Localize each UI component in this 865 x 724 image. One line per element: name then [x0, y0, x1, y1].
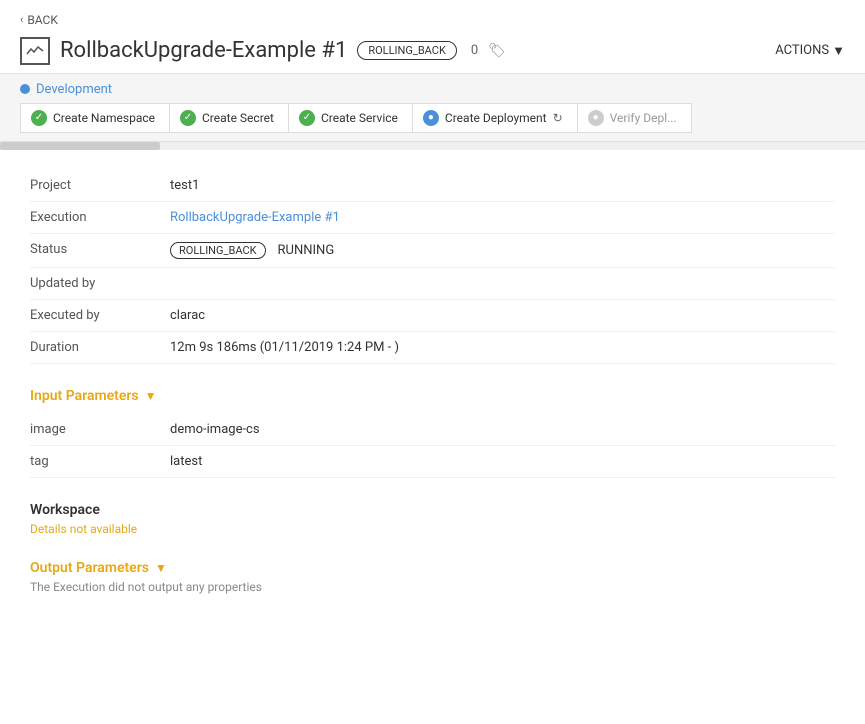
scrollbar-thumb [0, 142, 160, 150]
duration-value: 12m 9s 186ms (01/11/2019 1:24 PM - ) [170, 340, 399, 355]
title-row: RollbackUpgrade-Example #1 ROLLING_BACK … [20, 37, 845, 65]
workspace-title: Workspace [30, 502, 835, 518]
step-success-icon: ✓ [299, 110, 315, 126]
execution-row: Execution RollbackUpgrade-Example #1 [30, 202, 835, 234]
output-params-description: The Execution did not output any propert… [30, 580, 835, 594]
param-image-value: demo-image-cs [170, 422, 260, 437]
step-active-icon: ● [423, 110, 439, 126]
back-button[interactable]: ‹ BACK [20, 13, 58, 27]
input-params-table: image demo-image-cs tag latest [30, 414, 835, 478]
step-create-secret[interactable]: ✓ Create Secret [169, 103, 288, 133]
project-row: Project test1 [30, 170, 835, 202]
status-badge: ROLLING_BACK [357, 41, 457, 60]
back-chevron-icon: ‹ [20, 13, 23, 26]
input-params-label: Input Parameters [30, 388, 139, 404]
execution-icon [20, 37, 50, 65]
pipeline-steps: ✓ Create Namespace ✓ Create Secret ✓ Cre… [20, 103, 845, 133]
back-label: BACK [27, 13, 58, 27]
workspace-description: Details not available [30, 522, 835, 536]
workspace-section: Workspace Details not available [30, 502, 835, 536]
execution-value[interactable]: RollbackUpgrade-Example #1 [170, 210, 340, 225]
executed-by-label: Executed by [30, 308, 170, 323]
step-label: Verify Depl... [610, 111, 677, 125]
execution-label: Execution [30, 210, 170, 225]
actions-chevron-icon: ▼ [832, 43, 845, 59]
project-label: Project [30, 178, 170, 193]
param-tag-label: tag [30, 454, 170, 469]
input-params-title[interactable]: Input Parameters ▼ [30, 388, 835, 404]
status-row: Status ROLLING_BACK RUNNING [30, 234, 835, 268]
step-create-deployment[interactable]: ● Create Deployment ↻ [412, 103, 577, 133]
executed-by-row: Executed by clarac [30, 300, 835, 332]
duration-row: Duration 12m 9s 186ms (01/11/2019 1:24 P… [30, 332, 835, 364]
output-params-chevron-icon: ▼ [155, 561, 167, 575]
step-verify-deployment[interactable]: ● Verify Depl... [577, 103, 692, 133]
refresh-icon: ↻ [553, 111, 563, 125]
running-status: RUNNING [278, 243, 335, 258]
status-label: Status [30, 242, 170, 257]
header: ‹ BACK RollbackUpgrade-Example #1 ROLLIN… [0, 0, 865, 74]
step-success-icon: ✓ [180, 110, 196, 126]
project-value: test1 [170, 178, 199, 193]
env-dot-icon [20, 84, 30, 94]
horizontal-scrollbar[interactable] [0, 142, 865, 150]
badge-count: 0 [471, 43, 478, 58]
param-image-row: image demo-image-cs [30, 414, 835, 446]
param-image-label: image [30, 422, 170, 437]
updated-by-label: Updated by [30, 276, 170, 291]
step-create-service[interactable]: ✓ Create Service [288, 103, 412, 133]
step-pending-icon: ● [588, 110, 604, 126]
pipeline-bar: Development ✓ Create Namespace ✓ Create … [0, 74, 865, 142]
main-content: Project test1 Execution RollbackUpgrade-… [0, 150, 865, 638]
step-create-namespace[interactable]: ✓ Create Namespace [20, 103, 169, 133]
details-table: Project test1 Execution RollbackUpgrade-… [30, 170, 835, 364]
input-params-section: Input Parameters ▼ image demo-image-cs t… [30, 388, 835, 478]
actions-button[interactable]: ACTIONS ▼ [775, 43, 845, 59]
environment-label: Development [20, 82, 845, 97]
output-params-label: Output Parameters [30, 560, 149, 576]
param-tag-value: latest [170, 454, 202, 469]
input-params-chevron-icon: ▼ [145, 389, 157, 403]
tag-icon: 🏷 [488, 43, 506, 59]
status-inline-badge: ROLLING_BACK [170, 242, 266, 259]
actions-label: ACTIONS [775, 43, 829, 58]
step-label: Create Service [321, 111, 398, 125]
step-label: Create Namespace [53, 111, 155, 125]
duration-label: Duration [30, 340, 170, 355]
executed-by-value: clarac [170, 308, 205, 323]
step-label: Create Secret [202, 111, 274, 125]
page-title: RollbackUpgrade-Example #1 [60, 38, 347, 63]
step-success-icon: ✓ [31, 110, 47, 126]
updated-by-row: Updated by [30, 268, 835, 300]
output-params-title[interactable]: Output Parameters ▼ [30, 560, 835, 576]
output-params-section: Output Parameters ▼ The Execution did no… [30, 560, 835, 594]
step-label: Create Deployment [445, 111, 547, 125]
env-name: Development [36, 82, 112, 97]
param-tag-row: tag latest [30, 446, 835, 478]
